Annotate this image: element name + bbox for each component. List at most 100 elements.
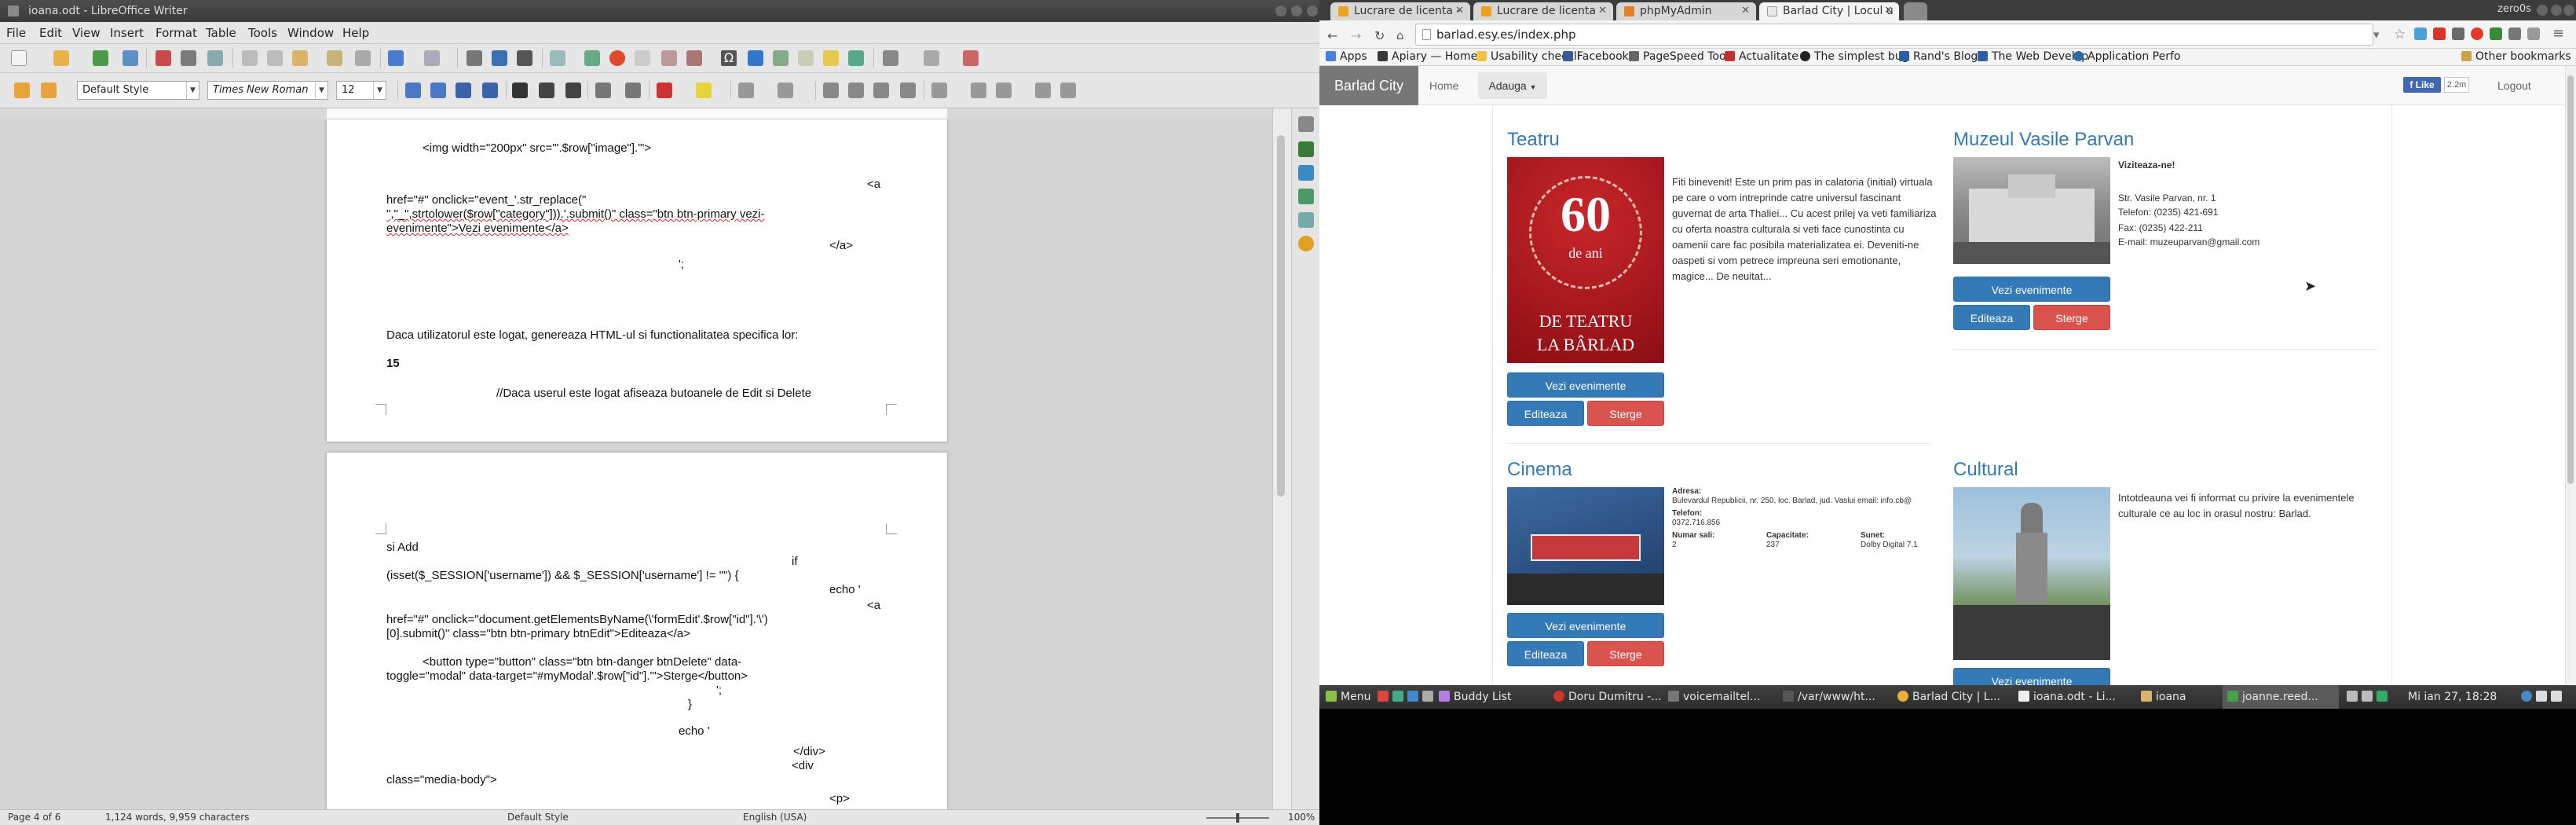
bookmark-web-developer[interactable]: The Web Develop — [1978, 49, 2088, 65]
document-canvas[interactable]: <img width="200px" src="'.$row["image"].… — [0, 119, 1272, 809]
task-ioana-odt[interactable]: ioana.odt - Li... — [2018, 685, 2136, 709]
menu-file[interactable]: File — [6, 22, 26, 44]
align-left-icon[interactable] — [823, 82, 839, 98]
teatru-edit-button[interactable]: Editeaza — [1507, 401, 1584, 426]
navigate-forward-icon[interactable] — [41, 82, 57, 98]
menu-window[interactable]: Window — [287, 22, 334, 44]
print-preview-icon[interactable] — [207, 50, 223, 66]
font-color-icon[interactable] — [657, 82, 672, 98]
extension-icon[interactable] — [2527, 28, 2540, 40]
forward-icon[interactable]: → — [1351, 28, 1361, 43]
task-doru-dumitru[interactable]: Doru Dumitru -... — [1553, 685, 1665, 709]
clear-formatting-icon[interactable] — [355, 50, 371, 66]
horizontal-ruler[interactable] — [327, 108, 947, 119]
menu-format[interactable]: Format — [156, 22, 197, 44]
special-character-icon[interactable]: Ω — [721, 50, 737, 66]
font-name-select[interactable]: Times New Roman ▼ — [207, 81, 328, 100]
hyperlink-icon[interactable] — [748, 50, 763, 66]
insert-chart-icon[interactable] — [609, 50, 625, 66]
paste-icon[interactable] — [292, 50, 308, 66]
undo-icon[interactable] — [388, 50, 404, 66]
insert-table-icon[interactable] — [550, 50, 565, 66]
header-footer-icon[interactable] — [798, 50, 814, 66]
bookmark-rands-blog[interactable]: Rand's Blog — [1899, 49, 1978, 65]
comment-icon[interactable] — [823, 50, 839, 66]
increase-indent-icon[interactable] — [971, 82, 986, 98]
reload-icon[interactable]: ↻ — [1374, 28, 1385, 43]
muzeu-delete-button[interactable]: Sterge — [2033, 305, 2110, 330]
menu-tools[interactable]: Tools — [248, 22, 277, 44]
tab-lucrare-2[interactable]: Lucrare de licenta ✕ — [1473, 2, 1613, 20]
spelling-icon[interactable] — [492, 50, 507, 66]
menu-view[interactable]: View — [72, 22, 101, 44]
zoom-slider-handle[interactable] — [1236, 813, 1239, 823]
extension-icon[interactable] — [2433, 28, 2446, 40]
decrease-indent-icon[interactable] — [996, 82, 1012, 98]
search-icon[interactable]: ▾ — [2373, 28, 2380, 42]
underline-icon[interactable] — [565, 82, 581, 98]
menu-edit[interactable]: Edit — [39, 22, 62, 44]
back-icon[interactable]: ← — [1327, 28, 1337, 43]
bookmark-app-perf[interactable]: Application Perfo — [2073, 49, 2180, 65]
teatru-events-button[interactable]: Vezi evenimente — [1507, 372, 1664, 398]
status-page[interactable]: Page 4 of 6 — [8, 810, 60, 825]
site-brand[interactable]: Barlad City — [1319, 66, 1418, 105]
facebook-like-button[interactable]: f Like — [2403, 77, 2441, 93]
document-page[interactable]: si Add if (isset($_SESSION['username']) … — [327, 453, 947, 809]
insert-line-icon[interactable] — [883, 50, 898, 66]
cut-icon[interactable] — [242, 50, 258, 66]
minimize-button[interactable] — [2537, 5, 2548, 16]
nav-home[interactable]: Home — [1429, 66, 1458, 105]
cinema-events-button[interactable]: Vezi evenimente — [1507, 613, 1664, 638]
status-zoom[interactable]: 100% — [1288, 810, 1315, 825]
task-joanne-reed[interactable]: joanne.reed... — [2223, 685, 2339, 709]
bookmark-star-icon[interactable]: ☆ — [2394, 27, 2406, 42]
document-page[interactable]: <img width="200px" src="'.$row["image"].… — [327, 119, 947, 442]
home-icon[interactable]: ⌂ — [1396, 28, 1404, 42]
status-words[interactable]: 1,124 words, 9,959 characters — [105, 810, 249, 825]
align-right-icon[interactable] — [873, 82, 889, 98]
profile-name[interactable]: zero0s — [2497, 0, 2531, 19]
task-buddy-list[interactable]: Buddy List — [1439, 685, 1549, 709]
card-title-muzeul[interactable]: Muzeul Vasile Parvan — [1953, 129, 2134, 151]
page-scrollbar-thumb[interactable] — [2567, 75, 2574, 484]
tray-icons-right[interactable] — [2521, 685, 2566, 709]
nav-logout[interactable]: Logout — [2497, 66, 2531, 105]
footnote-icon[interactable] — [773, 50, 789, 66]
insert-textbox-icon[interactable] — [635, 50, 650, 66]
teatru-delete-button[interactable]: Sterge — [1587, 401, 1664, 426]
bookmark-facebook[interactable]: Facebook — [1563, 49, 1629, 65]
properties-icon[interactable] — [1298, 141, 1314, 157]
numbering-icon[interactable] — [778, 82, 793, 98]
justify-icon[interactable] — [900, 82, 916, 98]
cinema-delete-button[interactable]: Sterge — [1587, 641, 1664, 666]
card-title-teatru[interactable]: Teatru — [1507, 129, 1560, 151]
save-icon[interactable] — [93, 50, 108, 66]
export-pdf-icon[interactable] — [156, 50, 171, 66]
scrollbar-thumb[interactable] — [1277, 135, 1285, 497]
close-tab-icon[interactable]: ✕ — [1455, 2, 1464, 20]
address-bar[interactable]: barlad.esy.es/index.php — [1415, 24, 2373, 46]
task-barlad-city[interactable]: Barlad City | L... — [1897, 685, 2015, 709]
maximize-button[interactable] — [2551, 5, 2562, 16]
formatting-marks-icon[interactable] — [517, 50, 532, 66]
cinema-edit-button[interactable]: Editeaza — [1507, 641, 1584, 666]
nav-add-dropdown[interactable]: Adauga ▼ — [1478, 72, 1547, 99]
close-tab-icon[interactable]: ✕ — [1741, 2, 1750, 20]
strikethrough-icon[interactable] — [595, 82, 611, 98]
other-bookmarks[interactable]: Other bookmarks — [2461, 49, 2571, 65]
clock[interactable]: Mi ian 27, 18:28 — [2408, 685, 2497, 709]
task-var-www[interactable]: /var/www/ht... — [1783, 685, 1893, 709]
opera-icon[interactable] — [2471, 28, 2483, 40]
gallery-icon[interactable] — [1298, 189, 1314, 204]
task-ioana[interactable]: ioana — [2141, 685, 2235, 709]
status-style[interactable]: Default Style — [507, 810, 569, 825]
highlight-color-icon[interactable] — [696, 82, 712, 98]
copy-icon[interactable] — [267, 50, 283, 66]
menu-table[interactable]: Table — [206, 22, 236, 44]
chrome-menu-icon[interactable]: ≡ — [2552, 25, 2564, 42]
insert-field-icon[interactable] — [686, 50, 702, 66]
maximize-button[interactable] — [1291, 6, 1302, 16]
tray-icons[interactable] — [2347, 685, 2391, 709]
sidebar-menu-icon[interactable] — [1298, 116, 1314, 132]
